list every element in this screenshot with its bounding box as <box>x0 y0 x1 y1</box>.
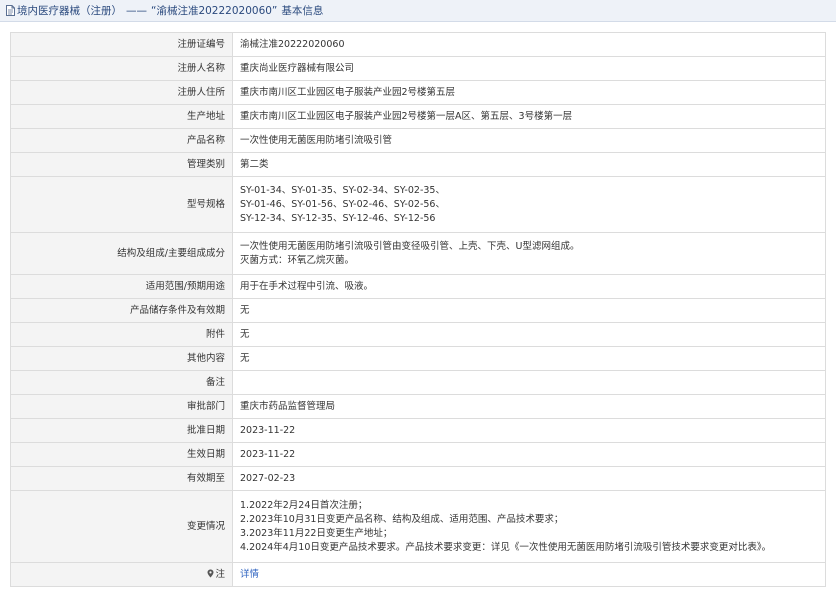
row-label: 注册人住所 <box>10 80 233 105</box>
row-label: 结构及组成/主要组成成分 <box>10 232 233 275</box>
composition-line: 灭菌方式：环氧乙烷灭菌。 <box>240 254 355 266</box>
row-label: 产品储存条件及有效期 <box>10 298 233 323</box>
row-value: 重庆市南川区工业园区电子服装产业园2号楼第一层A区、第五层、3号楼第一层 <box>232 104 826 129</box>
row-label: 注册证编号 <box>10 32 233 57</box>
row-value: 重庆尚业医疗器械有限公司 <box>232 56 826 81</box>
change-history-line: 4.2024年4月10日变更产品技术要求。产品技术要求变更：详见《一次性使用无菌… <box>240 541 772 553</box>
row-label: 审批部门 <box>10 394 233 419</box>
row-value: 一次性使用无菌医用防堵引流吸引管由变径吸引管、上壳、下壳、U型滤网组成。 灭菌方… <box>232 232 826 275</box>
row-value: 2023-11-22 <box>232 418 826 443</box>
row-value: 无 <box>232 298 826 323</box>
row-value: 2023-11-22 <box>232 442 826 467</box>
row-label: 生效日期 <box>10 442 233 467</box>
row-label: 管理类别 <box>10 152 233 177</box>
row-value: 2027-02-23 <box>232 466 826 491</box>
row-label: 有效期至 <box>10 466 233 491</box>
table-row: 生产地址 重庆市南川区工业园区电子服装产业园2号楼第一层A区、第五层、3号楼第一… <box>10 104 826 129</box>
row-value: 无 <box>232 322 826 347</box>
table-row: 型号规格 SY-01-34、SY-01-35、SY-02-34、SY-02-35… <box>10 176 826 233</box>
row-value: 重庆市药品监督管理局 <box>232 394 826 419</box>
model-spec-line: SY-01-46、SY-01-56、SY-02-46、SY-02-56、 <box>240 198 445 210</box>
location-pin-icon <box>207 569 214 578</box>
table-row: 注册证编号 渝械注准20222020060 <box>10 32 826 57</box>
model-spec-line: SY-01-34、SY-01-35、SY-02-34、SY-02-35、 <box>240 184 445 196</box>
row-value: SY-01-34、SY-01-35、SY-02-34、SY-02-35、 SY-… <box>232 176 826 233</box>
row-label: 注 <box>10 562 233 587</box>
row-label: 附件 <box>10 322 233 347</box>
table-row: 变更情况 1.2022年2月24日首次注册； 2.2023年10月31日变更产品… <box>10 490 826 563</box>
composition-line: 一次性使用无菌医用防堵引流吸引管由变径吸引管、上壳、下壳、U型滤网组成。 <box>240 240 580 252</box>
table-row: 其他内容 无 <box>10 346 826 371</box>
table-row: 产品名称 一次性使用无菌医用防堵引流吸引管 <box>10 128 826 153</box>
row-label: 适用范围/预期用途 <box>10 274 233 299</box>
table-row: 注 详情 <box>10 562 826 587</box>
header-title-number: “渝械注准20222020060” <box>151 5 278 17</box>
header-title-prefix: 境内医疗器械（注册） <box>17 5 122 17</box>
row-value <box>232 370 826 395</box>
row-value: 渝械注准20222020060 <box>232 32 826 57</box>
table-row: 生效日期 2023-11-22 <box>10 442 826 467</box>
row-value: 1.2022年2月24日首次注册； 2.2023年10月31日变更产品名称、结构… <box>232 490 826 563</box>
change-history-line: 1.2022年2月24日首次注册； <box>240 499 368 511</box>
row-value: 重庆市南川区工业园区电子服装产业园2号楼第五层 <box>232 80 826 105</box>
row-label: 型号规格 <box>10 176 233 233</box>
table-row: 审批部门 重庆市药品监督管理局 <box>10 394 826 419</box>
row-label: 备注 <box>10 370 233 395</box>
table-row: 产品储存条件及有效期 无 <box>10 298 826 323</box>
details-link[interactable]: 详情 <box>240 569 259 580</box>
row-value: 用于在手术过程中引流、吸液。 <box>232 274 826 299</box>
row-value: 第二类 <box>232 152 826 177</box>
row-label: 注册人名称 <box>10 56 233 81</box>
page-header: 境内医疗器械（注册） —— “渝械注准20222020060” 基本信息 <box>0 0 836 22</box>
table-row: 注册人住所 重庆市南川区工业园区电子服装产业园2号楼第五层 <box>10 80 826 105</box>
model-spec-line: SY-12-34、SY-12-35、SY-12-46、SY-12-56 <box>240 212 436 224</box>
change-history-line: 2.2023年10月31日变更产品名称、结构及组成、适用范围、产品技术要求； <box>240 513 564 525</box>
table-row: 备注 <box>10 370 826 395</box>
row-value: 无 <box>232 346 826 371</box>
header-title-suffix: 基本信息 <box>281 5 324 17</box>
row-label: 批准日期 <box>10 418 233 443</box>
registration-info-table: 注册证编号 渝械注准20222020060 注册人名称 重庆尚业医疗器械有限公司… <box>10 32 826 587</box>
table-row: 结构及组成/主要组成成分 一次性使用无菌医用防堵引流吸引管由变径吸引管、上壳、下… <box>10 232 826 275</box>
table-row: 附件 无 <box>10 322 826 347</box>
row-label: 其他内容 <box>10 346 233 371</box>
row-label: 产品名称 <box>10 128 233 153</box>
row-label: 生产地址 <box>10 104 233 129</box>
row-label: 变更情况 <box>10 490 233 563</box>
header-title-separator: —— <box>126 4 147 17</box>
change-history-line: 3.2023年11月22日变更生产地址； <box>240 527 393 539</box>
table-row: 管理类别 第二类 <box>10 152 826 177</box>
row-value: 详情 <box>232 562 826 587</box>
table-row: 批准日期 2023-11-22 <box>10 418 826 443</box>
document-icon <box>6 5 15 16</box>
table-row: 有效期至 2027-02-23 <box>10 466 826 491</box>
table-row: 适用范围/预期用途 用于在手术过程中引流、吸液。 <box>10 274 826 299</box>
row-value: 一次性使用无菌医用防堵引流吸引管 <box>232 128 826 153</box>
note-label: 注 <box>215 568 225 580</box>
table-row: 注册人名称 重庆尚业医疗器械有限公司 <box>10 56 826 81</box>
